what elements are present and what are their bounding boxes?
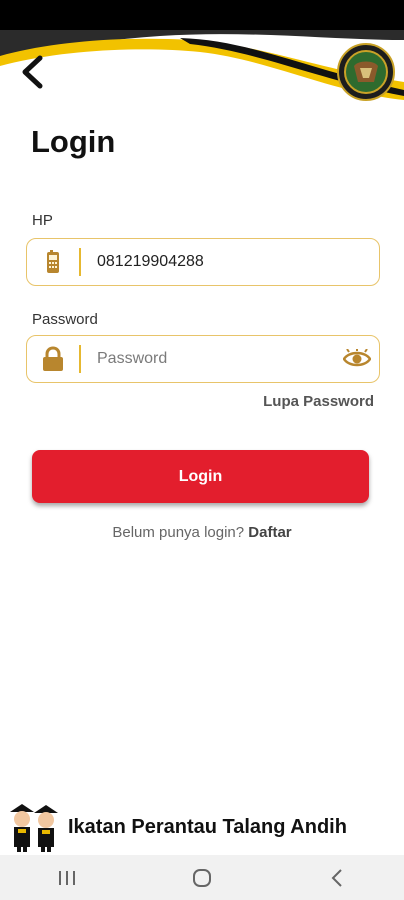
footer-brand-text: Ikatan Perantau Talang Andih (68, 815, 347, 838)
register-prompt-text: Belum punya login? (112, 524, 245, 541)
login-button[interactable]: Login (32, 450, 369, 503)
lock-icon (27, 336, 79, 382)
password-input[interactable] (97, 350, 335, 368)
phone-icon (27, 239, 79, 285)
back-icon (331, 868, 342, 887)
home-icon (192, 868, 211, 887)
password-field[interactable] (26, 335, 380, 383)
page-title: Login (31, 124, 116, 159)
back-arrow-icon (22, 55, 43, 89)
hp-value[interactable]: 081219904288 (81, 253, 379, 271)
system-nav-bar (0, 855, 404, 900)
forgot-password-link[interactable]: Lupa Password (263, 393, 374, 410)
password-label: Password (32, 311, 98, 328)
emblem-logo (336, 42, 396, 102)
system-back-button[interactable] (307, 858, 367, 898)
hp-label: HP (32, 212, 53, 229)
back-button[interactable] (14, 52, 50, 92)
register-link[interactable]: Daftar (248, 524, 291, 541)
eye-icon[interactable] (335, 336, 379, 382)
mascots-icon (10, 804, 58, 852)
home-button[interactable] (172, 858, 232, 898)
hp-field[interactable]: 081219904288 (26, 238, 380, 286)
recent-apps-icon (59, 870, 76, 885)
register-prompt: Belum punya login? Daftar (0, 524, 404, 541)
recent-apps-button[interactable] (37, 858, 97, 898)
status-bar (0, 0, 404, 34)
field-divider (79, 345, 81, 373)
footer-brand: Ikatan Perantau Talang Andih (8, 802, 347, 852)
